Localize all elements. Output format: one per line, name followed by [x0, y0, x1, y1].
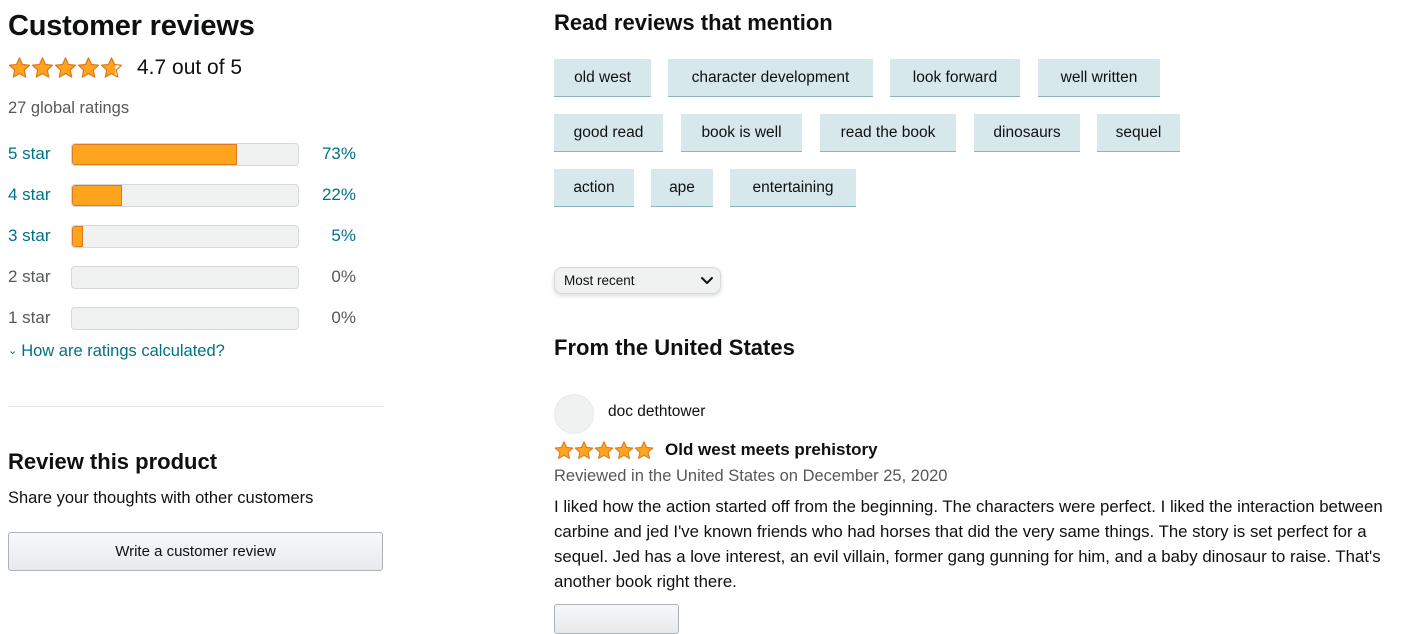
average-rating-text: 4.7 out of 5 [137, 56, 243, 79]
histogram-percent[interactable]: 73% [299, 144, 356, 164]
histogram-bar [71, 306, 299, 330]
mention-chip[interactable]: action [554, 169, 634, 207]
review-star-rating[interactable] [554, 440, 654, 461]
sort-selected-value: Most recent [564, 273, 635, 288]
section-divider [8, 406, 384, 407]
histogram-bar[interactable] [71, 224, 299, 248]
histogram-bar[interactable] [71, 142, 299, 166]
histogram-label[interactable]: 5 star [8, 144, 71, 164]
mention-chip[interactable]: dinosaurs [974, 114, 1080, 152]
histogram-percent[interactable]: 22% [299, 185, 356, 205]
mention-chip[interactable]: sequel [1097, 114, 1180, 152]
histogram-fill [72, 225, 84, 247]
star-icon [31, 57, 54, 78]
histogram-label: 2 star [8, 267, 51, 286]
mention-chip[interactable]: look forward [890, 59, 1020, 97]
star-icon [634, 441, 654, 459]
histogram-row-3-star[interactable]: 3 star 5% [8, 223, 368, 249]
histogram-fill [72, 184, 122, 206]
helpful-button[interactable] [554, 604, 679, 634]
review-date: Reviewed in the United States on Decembe… [554, 467, 948, 485]
mention-chip[interactable]: read the book [820, 114, 956, 152]
histogram-row-1-star: 1 star 0% [8, 305, 368, 331]
mention-chip[interactable]: entertaining [730, 169, 856, 207]
histogram-percent[interactable]: 5% [299, 226, 356, 246]
mention-chip[interactable]: old west [554, 59, 651, 97]
global-ratings-count: 27 global ratings [8, 99, 130, 117]
review-product-subtitle: Share your thoughts with other customers [8, 489, 314, 507]
review-body: I liked how the action started off from … [554, 497, 1383, 591]
histogram-label: 1 star [8, 308, 51, 327]
avatar[interactable] [554, 394, 594, 434]
histogram-row-5-star[interactable]: 5 star 73% [8, 141, 368, 167]
star-icon [100, 57, 123, 78]
customer-reviews-heading: Customer reviews [8, 10, 255, 42]
star-icon [554, 441, 574, 459]
histogram-label[interactable]: 4 star [8, 185, 71, 205]
chevron-down-icon: ⌄ [8, 345, 18, 357]
mention-chip[interactable]: good read [554, 114, 663, 152]
histogram-bar[interactable] [71, 183, 299, 207]
average-rating-row: 4.7 out of 5 [8, 56, 242, 80]
mention-chip[interactable]: ape [651, 169, 713, 207]
star-icon [8, 57, 31, 78]
mention-chip[interactable]: character development [668, 59, 873, 97]
star-icon [54, 57, 77, 78]
star-icon [594, 441, 614, 459]
mentions-heading: Read reviews that mention [554, 10, 833, 35]
review-product-heading: Review this product [8, 449, 218, 474]
how-ratings-calculated-text[interactable]: How are ratings calculated? [21, 342, 225, 360]
histogram-fill [72, 143, 237, 165]
histogram-percent: 0% [331, 308, 356, 327]
write-review-button[interactable]: Write a customer review [8, 532, 383, 571]
star-icon [614, 441, 634, 459]
chevron-down-icon [701, 277, 713, 284]
star-icon [77, 57, 100, 78]
histogram-label[interactable]: 3 star [8, 226, 71, 246]
mention-chip[interactable]: well written [1038, 59, 1160, 97]
mention-chip[interactable]: book is well [681, 114, 802, 152]
sort-dropdown[interactable]: Most recent [554, 267, 721, 294]
region-heading: From the United States [554, 335, 795, 360]
histogram-row-4-star[interactable]: 4 star 22% [8, 182, 368, 208]
how-ratings-calculated-link[interactable]: ⌄ How are ratings calculated? [8, 342, 225, 361]
review-title[interactable]: Old west meets prehistory [665, 440, 878, 460]
star-icon [574, 441, 594, 459]
average-star-rating [8, 56, 123, 80]
histogram-bar [71, 265, 299, 289]
reviewer-name[interactable]: doc dethtower [608, 403, 705, 421]
histogram-row-2-star: 2 star 0% [8, 264, 368, 290]
histogram-percent: 0% [331, 267, 356, 286]
